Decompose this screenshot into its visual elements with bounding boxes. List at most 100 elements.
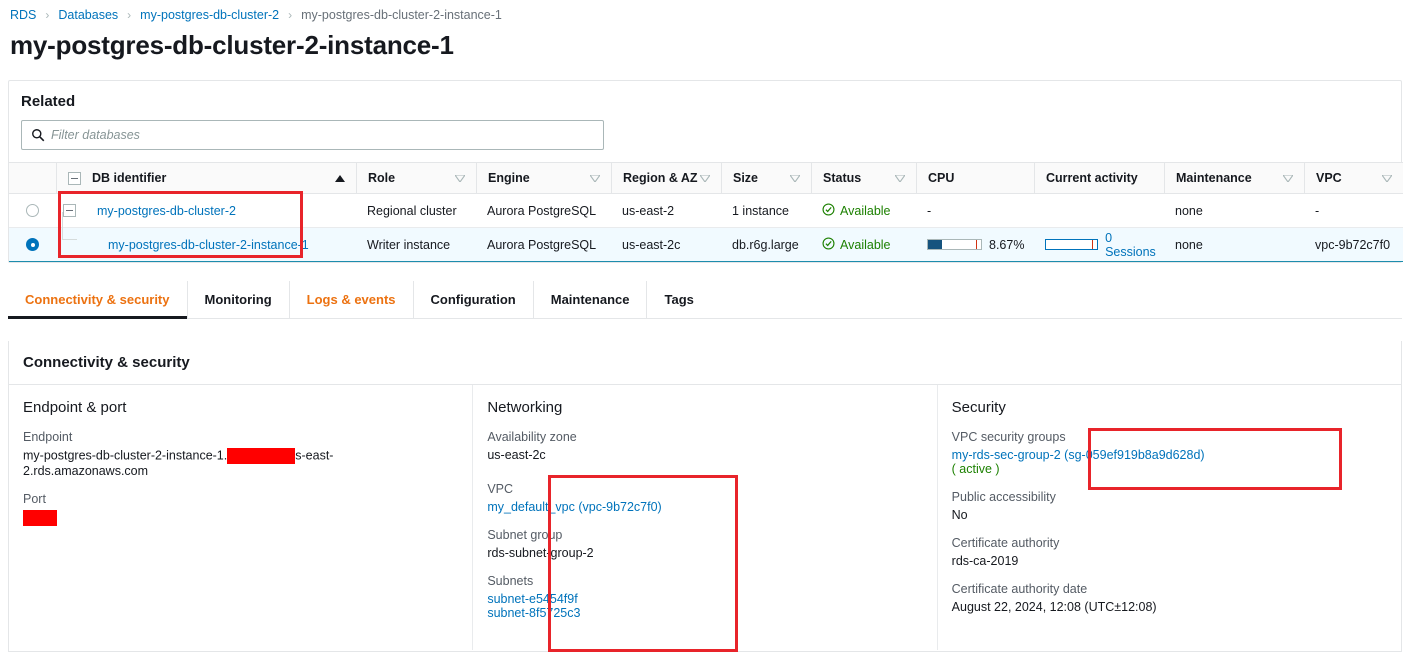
cell-maintenance: none	[1164, 227, 1304, 262]
endpoint-port-column: Endpoint & port Endpoint my-postgres-db-…	[9, 385, 472, 650]
tab-tags[interactable]: Tags	[647, 281, 710, 318]
size-value: 1 instance	[732, 203, 789, 218]
subnet-link[interactable]: subnet-e5454f9f	[487, 592, 922, 606]
table-header-row: DB identifier Role Engine Region & AZ Si…	[9, 162, 1403, 194]
vpc-security-groups-label: VPC security groups	[951, 430, 1066, 444]
breadcrumb-item-rds[interactable]: RDS	[10, 8, 36, 22]
tab-label: Configuration	[430, 292, 516, 307]
sort-icon[interactable]	[1380, 171, 1394, 185]
role-value: Writer instance	[367, 237, 451, 252]
sort-icon[interactable]	[698, 171, 712, 185]
certificate-authority-label: Certificate authority	[951, 536, 1060, 550]
sort-icon[interactable]	[453, 171, 467, 185]
vpc-link[interactable]: my_default_vpc (vpc-9b72c7f0)	[487, 500, 922, 514]
cell-maintenance: none	[1164, 193, 1304, 228]
current-activity-value: 0 Sessions	[1105, 230, 1156, 259]
filter-row	[9, 110, 1401, 162]
networking-column: Networking Availability zone us-east-2c …	[472, 385, 936, 650]
cell-vpc: vpc-9b72c7f0	[1304, 227, 1403, 262]
related-heading: Related	[21, 93, 76, 110]
security-heading: Security	[951, 399, 1006, 416]
th-db-identifier[interactable]: DB identifier	[56, 162, 356, 194]
sort-icon[interactable]	[588, 171, 602, 185]
search-input[interactable]	[22, 121, 603, 149]
th-vpc[interactable]: VPC	[1304, 162, 1403, 194]
vpc-security-groups-field: VPC security groups my-rds-sec-group-2 (…	[952, 430, 1387, 476]
row-radio-selected[interactable]	[26, 238, 39, 251]
table-row[interactable]: my-postgres-db-cluster-2-instance-1 Writ…	[9, 212, 1403, 262]
check-circle-icon	[822, 236, 835, 253]
availability-zone-value: us-east-2c	[487, 448, 546, 462]
maintenance-value: none	[1175, 237, 1203, 252]
public-accessibility-value: No	[951, 508, 968, 522]
th-current-activity: Current activity	[1034, 162, 1164, 194]
breadcrumb-item-cluster[interactable]: my-postgres-db-cluster-2	[140, 8, 279, 22]
sort-icon[interactable]	[788, 171, 802, 185]
cell-db-identifier[interactable]: my-postgres-db-cluster-2	[56, 193, 356, 228]
th-engine[interactable]: Engine	[476, 162, 611, 194]
th-select	[9, 162, 56, 194]
db-identifier-link[interactable]: my-postgres-db-cluster-2	[97, 204, 236, 218]
sort-icon[interactable]	[893, 171, 907, 185]
cell-size: db.r6g.large	[721, 227, 811, 262]
tab-maintenance[interactable]: Maintenance	[534, 281, 648, 318]
certificate-authority-field: Certificate authority rds-ca-2019	[952, 536, 1387, 568]
collapse-all-icon[interactable]	[68, 171, 81, 185]
tab-connectivity-security[interactable]: Connectivity & security	[8, 281, 188, 319]
th-status[interactable]: Status	[811, 162, 916, 194]
th-region-az-label: Region & AZ	[623, 171, 698, 185]
tree-collapse-icon[interactable]	[62, 204, 76, 217]
security-group-state: ( active )	[951, 462, 1000, 476]
port-redaction-block	[23, 510, 57, 526]
cell-engine: Aurora PostgreSQL	[476, 227, 611, 262]
row-select-cell[interactable]	[9, 227, 56, 262]
region-az-value: us-east-2c	[622, 237, 681, 252]
tab-label: Connectivity & security	[25, 292, 170, 307]
th-maintenance[interactable]: Maintenance	[1164, 162, 1304, 194]
tab-label: Tags	[664, 292, 694, 307]
sort-icon[interactable]	[1281, 171, 1295, 185]
th-role-label: Role	[368, 171, 396, 185]
search-box[interactable]	[21, 120, 604, 150]
db-identifier-link[interactable]: my-postgres-db-cluster-2-instance-1	[108, 238, 309, 252]
row-radio-unselected[interactable]	[26, 204, 39, 217]
vpc-label: VPC	[487, 482, 514, 496]
subnet-link[interactable]: subnet-8f5725c3	[487, 606, 922, 620]
subnet-group-field: Subnet group rds-subnet-group-2	[487, 528, 922, 560]
region-az-value: us-east-2	[622, 203, 675, 218]
tab-logs-events[interactable]: Logs & events	[290, 281, 414, 318]
certificate-authority-date-value: August 22, 2024, 12:08 (UTC±12:08)	[951, 600, 1157, 614]
cell-size: 1 instance	[721, 193, 811, 228]
vpc-security-group-link[interactable]: my-rds-sec-group-2 (sg-059ef919b8a9d628d…	[952, 448, 1387, 462]
th-status-label: Status	[823, 171, 862, 185]
role-value: Regional cluster	[367, 203, 457, 218]
breadcrumb: RDS › Databases › my-postgres-db-cluster…	[0, 0, 1410, 24]
row-select-cell[interactable]	[9, 193, 56, 228]
th-role[interactable]: Role	[356, 162, 476, 194]
cpu-gauge	[927, 239, 982, 250]
security-column: Security VPC security groups my-rds-sec-…	[936, 385, 1401, 650]
vpc-value: -	[1315, 203, 1320, 218]
breadcrumb-item-databases[interactable]: Databases	[58, 8, 118, 22]
th-region-az[interactable]: Region & AZ	[611, 162, 721, 194]
tab-configuration[interactable]: Configuration	[414, 281, 534, 318]
port-label: Port	[23, 492, 46, 506]
endpoint-port-heading: Endpoint & port	[23, 399, 127, 416]
cpu-value: -	[927, 203, 932, 218]
certificate-authority-date-field: Certificate authority date August 22, 20…	[952, 582, 1387, 614]
subnet-group-value: rds-subnet-group-2	[487, 546, 594, 560]
cell-role: Writer instance	[356, 227, 476, 262]
tab-monitoring[interactable]: Monitoring	[188, 281, 290, 318]
tab-label: Logs & events	[306, 292, 396, 307]
panel-heading: Connectivity & security	[23, 354, 190, 371]
page-title: my-postgres-db-cluster-2-instance-1	[10, 30, 454, 60]
status-text: Available	[840, 237, 891, 252]
table-row[interactable]: my-postgres-db-cluster-2 Regional cluste…	[9, 193, 1403, 228]
subnets-field: Subnets subnet-e5454f9f subnet-8f5725c3	[487, 574, 922, 620]
sessions-gauge	[1045, 239, 1099, 250]
search-icon	[31, 128, 45, 145]
th-size[interactable]: Size	[721, 162, 811, 194]
related-panel: Related DB	[8, 80, 1403, 263]
engine-value: Aurora PostgreSQL	[487, 237, 597, 252]
cell-db-identifier[interactable]: my-postgres-db-cluster-2-instance-1	[56, 212, 356, 262]
